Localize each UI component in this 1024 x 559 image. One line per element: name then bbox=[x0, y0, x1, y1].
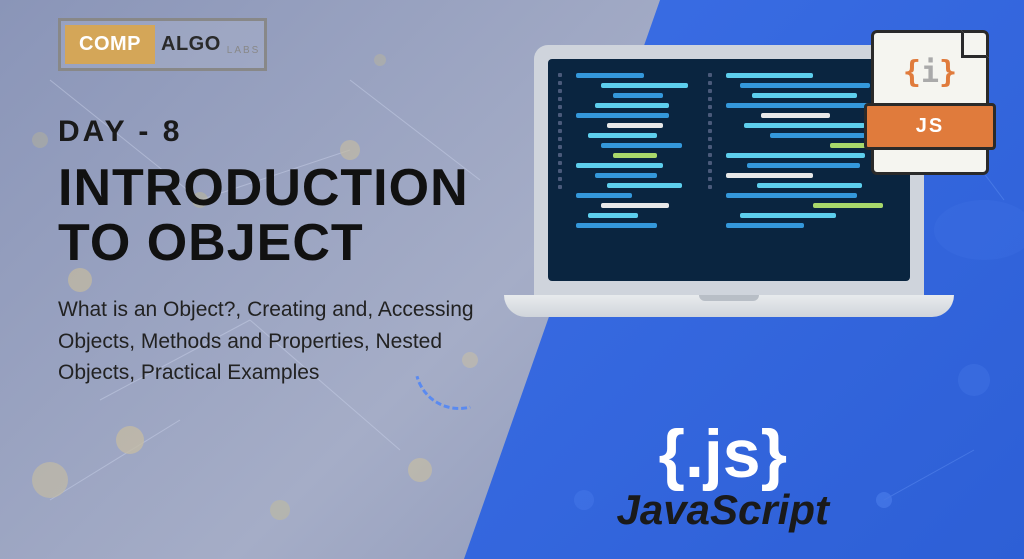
logo-algo-text: ALGO bbox=[155, 25, 227, 64]
text-content-block: DAY - 8 INTRODUCTION TO OBJECT What is a… bbox=[58, 115, 518, 389]
laptop-base bbox=[504, 295, 954, 317]
js-file-icon: {i} JS bbox=[871, 30, 989, 175]
laptop-screen-bezel bbox=[534, 45, 924, 295]
page-title: INTRODUCTION TO OBJECT bbox=[58, 161, 518, 270]
logo-comp-text: COMP bbox=[65, 25, 155, 64]
logo-labs-text: LABS bbox=[227, 45, 261, 64]
code-column-1 bbox=[576, 73, 700, 267]
laptop-illustration bbox=[534, 45, 924, 317]
javascript-text: JavaScript bbox=[617, 486, 829, 534]
code-gutter-right bbox=[708, 73, 718, 267]
description-text: What is an Object?, Creating and, Access… bbox=[58, 294, 518, 389]
brand-logo: COMP ALGO LABS bbox=[58, 18, 267, 71]
laptop-display bbox=[548, 59, 910, 281]
day-label: DAY - 8 bbox=[58, 115, 518, 149]
file-braces-icon: {i} bbox=[903, 55, 957, 90]
js-braces-text: {.js} bbox=[617, 420, 829, 488]
javascript-logo: {.js} JavaScript bbox=[617, 420, 829, 534]
code-gutter-left bbox=[558, 73, 568, 267]
file-js-badge: JS bbox=[864, 103, 996, 150]
